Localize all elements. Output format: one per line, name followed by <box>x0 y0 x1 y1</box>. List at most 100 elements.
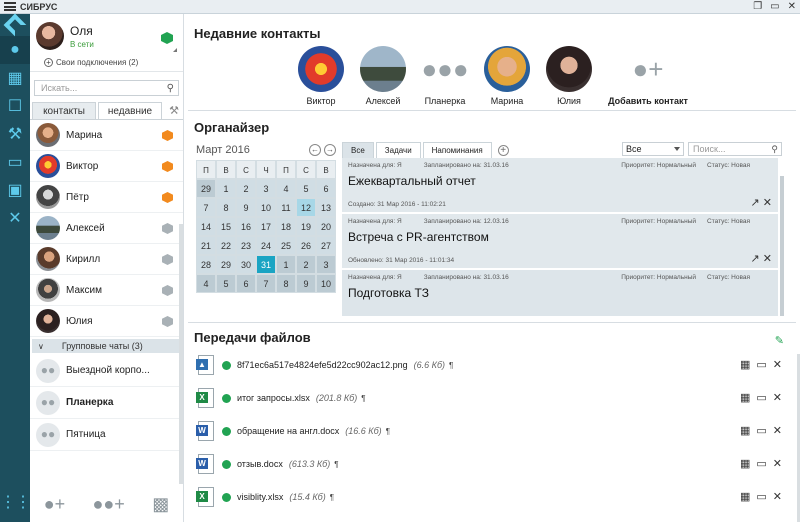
recent-contact[interactable]: Марина <box>476 46 538 106</box>
calendar-day[interactable]: 27 <box>316 236 336 255</box>
add-group-icon[interactable]: ●●+ <box>93 494 125 515</box>
calendar-day[interactable]: 19 <box>296 217 316 236</box>
group-chat-item[interactable]: ●● Планерка <box>30 387 183 419</box>
add-contact-button[interactable]: ●+ Добавить контакт <box>600 46 696 107</box>
calendar-day[interactable]: 8 <box>276 274 296 293</box>
calendar-day[interactable]: 15 <box>216 217 236 236</box>
restore-icon[interactable]: ❐ <box>753 1 762 12</box>
group-chat-item[interactable]: ●● Пятница <box>30 419 183 451</box>
recent-contact[interactable]: Алексей <box>352 46 414 106</box>
calendar-day[interactable]: 28 <box>196 255 216 274</box>
remove-icon[interactable]: ✕ <box>773 424 782 437</box>
calendar-day[interactable]: 18 <box>276 217 296 236</box>
calendar-day[interactable]: 23 <box>236 236 256 255</box>
calendar-day[interactable]: 10 <box>316 274 336 293</box>
calendar-day[interactable]: 1 <box>216 179 236 198</box>
file-transfer-item[interactable]: W обращение на англ.docx (16.6 Кб) ¶ ▦ ▭ ✕ <box>196 416 788 446</box>
tab-recent[interactable]: недавние <box>98 102 162 119</box>
calendar-day[interactable]: 7 <box>196 198 216 217</box>
tools-icon[interactable]: ✕ <box>0 204 30 232</box>
clipboard-icon[interactable]: ☐ <box>0 92 30 120</box>
task-item[interactable]: Назначена для: Я Запланировано на: 31.03… <box>342 158 778 212</box>
folder-icon[interactable]: ▭ <box>756 490 766 503</box>
contact-card-icon[interactable]: ▩ <box>152 494 169 515</box>
keyboard-icon[interactable]: ▦ <box>0 64 30 92</box>
task-item[interactable]: Назначена для: Я Запланировано на: 12.03… <box>342 214 778 268</box>
file-transfer-item[interactable]: ▲ 8f71ec6a517e4824efe5d22cc902ac12.png (… <box>196 350 788 380</box>
calendar-day[interactable]: 6 <box>236 274 256 293</box>
save-icon[interactable]: ▦ <box>740 457 750 470</box>
calendar-day[interactable]: 4 <box>276 179 296 198</box>
calendar-day-today[interactable]: 31 <box>256 255 276 274</box>
calendar-day[interactable]: 5 <box>296 179 316 198</box>
recent-contact[interactable]: Виктор <box>290 46 352 106</box>
calendar-day[interactable]: 13 <box>316 198 336 217</box>
file-transfer-item[interactable]: X итог запросы.xlsx (201.8 Кб) ¶ ▦ ▭ ✕ <box>196 383 788 413</box>
tasks-scrollbar[interactable] <box>780 176 784 316</box>
tab-contacts[interactable]: контакты <box>32 102 96 119</box>
delete-icon[interactable]: ✕ <box>763 197 772 209</box>
calendar-day[interactable]: 17 <box>256 217 276 236</box>
tab-reminders[interactable]: Напоминания <box>422 142 492 158</box>
calendar-day[interactable]: 5 <box>216 274 236 293</box>
calendar-day[interactable]: 4 <box>196 274 216 293</box>
tab-all[interactable]: Все <box>342 142 374 158</box>
calendar-day[interactable]: 21 <box>196 236 216 255</box>
search-icon[interactable]: ⚲ <box>771 143 778 155</box>
calendar-day[interactable]: 9 <box>296 274 316 293</box>
calendar-day[interactable]: 20 <box>316 217 336 236</box>
calendar-day[interactable]: 3 <box>256 179 276 198</box>
contact-item[interactable]: Максим <box>30 275 183 306</box>
save-icon[interactable]: ▦ <box>740 391 750 404</box>
folder-icon[interactable]: ▭ <box>756 424 766 437</box>
folder-icon[interactable]: ▭ <box>756 358 766 371</box>
calendar-day[interactable]: 24 <box>256 236 276 255</box>
person-icon[interactable]: ● <box>0 36 30 64</box>
calendar-day[interactable]: 2 <box>236 179 256 198</box>
presence-badge-icon[interactable] <box>161 32 173 44</box>
hamburger-menu-icon[interactable] <box>4 2 16 11</box>
calendar-day[interactable]: 14 <box>196 217 216 236</box>
calendar-day[interactable]: 1 <box>276 255 296 274</box>
group-chats-header[interactable]: ∨ Групповые чаты (3) <box>32 339 181 353</box>
calendar-day[interactable]: 2 <box>296 255 316 274</box>
pin-icon[interactable]: ↗ <box>751 253 760 265</box>
add-contact-icon[interactable]: ●+ <box>44 494 65 515</box>
contact-item[interactable]: Юлия <box>30 306 183 337</box>
calendar-day[interactable]: 29 <box>216 255 236 274</box>
dialpad-icon[interactable]: ⋮⋮⋮ <box>0 492 46 512</box>
calendar-day[interactable]: 22 <box>216 236 236 255</box>
add-tab-icon[interactable]: + <box>497 145 509 156</box>
folder-icon[interactable]: ▭ <box>756 457 766 470</box>
search-icon[interactable]: ⚲ <box>167 83 174 94</box>
remove-icon[interactable]: ✕ <box>773 490 782 503</box>
calendar-day[interactable]: 6 <box>316 179 336 198</box>
remove-icon[interactable]: ✕ <box>773 391 782 404</box>
contact-item[interactable]: Кирилл <box>30 244 183 275</box>
calendar-day[interactable]: 16 <box>236 217 256 236</box>
remove-icon[interactable]: ✕ <box>773 358 782 371</box>
transfer-settings-icon[interactable]: ✎ <box>775 334 784 347</box>
folder-icon[interactable]: ▭ <box>0 148 30 176</box>
delete-icon[interactable]: ✕ <box>763 253 772 265</box>
folder-icon[interactable]: ▭ <box>756 391 766 404</box>
task-filter-select[interactable]: Все <box>622 142 684 156</box>
settings-icon[interactable]: ⚒ <box>169 104 179 117</box>
contact-item[interactable]: Виктор <box>30 151 183 182</box>
calendar-day[interactable]: 25 <box>276 236 296 255</box>
wrench-icon[interactable]: ⚒ <box>0 120 30 148</box>
contact-item[interactable]: Пётр <box>30 182 183 213</box>
lock-icon[interactable]: ▣ <box>0 176 30 204</box>
file-transfer-item[interactable]: W отзыв.docx (613.3 Кб) ¶ ▦ ▭ ✕ <box>196 449 788 479</box>
calendar-day[interactable]: 3 <box>316 255 336 274</box>
calendar-day[interactable]: 8 <box>216 198 236 217</box>
recent-contact[interactable]: Юлия <box>538 46 600 106</box>
contact-item[interactable]: Алексей <box>30 213 183 244</box>
calendar-day[interactable]: 30 <box>236 255 256 274</box>
calendar-day[interactable]: 26 <box>296 236 316 255</box>
calendar-day[interactable]: 9 <box>236 198 256 217</box>
group-chat-item[interactable]: ●● Выездной корпо... <box>30 355 183 387</box>
task-item[interactable]: Назначена для: Я Запланировано на: 31.03… <box>342 270 778 316</box>
next-month-icon[interactable]: → <box>324 144 336 156</box>
remove-icon[interactable]: ✕ <box>773 457 782 470</box>
